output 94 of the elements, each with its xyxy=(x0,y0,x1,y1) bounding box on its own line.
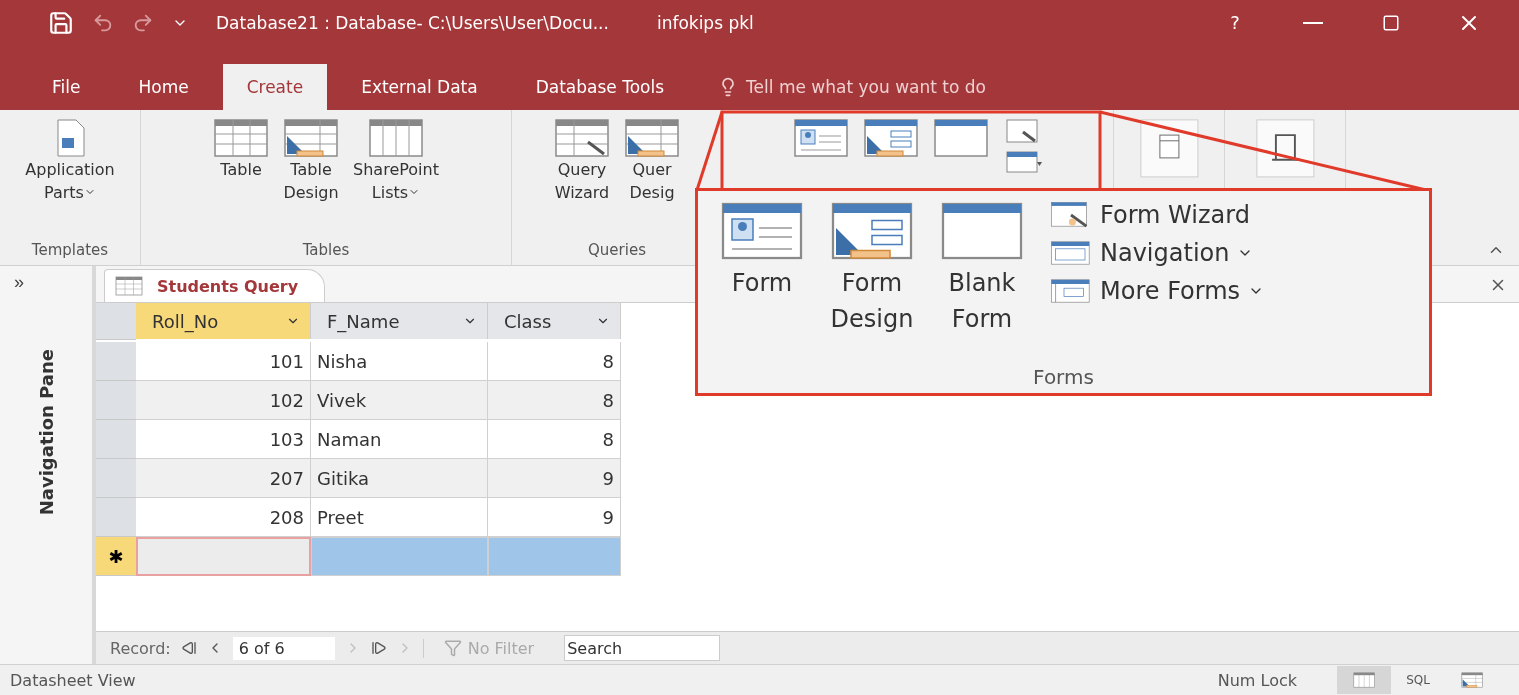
group-label: Tables xyxy=(302,241,350,259)
query-design-icon xyxy=(624,118,680,158)
ribbon-tab[interactable]: Database Tools xyxy=(511,64,689,110)
ribbon-button[interactable]: Query Wizard xyxy=(554,118,610,204)
form-option-button[interactable]: Form Wizard xyxy=(1050,201,1265,229)
minimize-icon xyxy=(1303,21,1323,24)
column-header[interactable]: Class xyxy=(488,303,621,339)
group-label: Templates xyxy=(31,241,109,259)
table-cell: 207 xyxy=(136,459,311,498)
table-cell: 8 xyxy=(488,420,621,459)
ribbon-button[interactable]: SharePoint Lists xyxy=(353,118,439,204)
filter-icon xyxy=(443,639,462,657)
table-cell: Nisha xyxy=(311,342,488,381)
column-title: F_Name xyxy=(327,310,400,332)
table-cell: 101 xyxy=(136,342,311,381)
view-status: Datasheet View xyxy=(10,670,136,690)
help-button[interactable]: ? xyxy=(1205,2,1265,43)
form-button[interactable]: Form xyxy=(720,201,804,365)
wand-table-icon xyxy=(554,118,610,158)
ribbon-tab[interactable]: Create xyxy=(222,64,328,110)
ribbon-tab[interactable]: Home xyxy=(114,64,213,110)
search-field[interactable]: Search xyxy=(564,635,721,661)
tell-me-text: Tell me what you want to do xyxy=(746,77,986,97)
table-icon xyxy=(213,118,270,158)
table-cell: Vivek xyxy=(311,381,488,420)
navigation-form-icon xyxy=(1050,239,1092,267)
table-cell: Gitika xyxy=(311,459,488,498)
column-title: Class xyxy=(504,310,552,332)
navigation-pane-label[interactable]: Navigation Pane xyxy=(35,349,57,516)
save-icon[interactable] xyxy=(48,9,74,36)
user-name: infokips pkl xyxy=(656,12,754,33)
column-header[interactable]: Roll_No xyxy=(136,303,311,339)
macro-icon xyxy=(1254,118,1316,179)
select-all-cell[interactable] xyxy=(96,303,136,340)
ribbon-button[interactable] xyxy=(933,118,989,158)
table-cell: 103 xyxy=(136,420,311,459)
group-label: Queries xyxy=(588,241,646,259)
ribbon-button[interactable] xyxy=(863,118,919,158)
form-icon xyxy=(720,201,804,261)
maximize-icon xyxy=(1382,13,1400,32)
record-label: Record: xyxy=(110,638,171,658)
form-design-icon xyxy=(830,201,914,261)
num-lock-status: Num Lock xyxy=(1217,670,1297,690)
view-button[interactable]: SQL xyxy=(1391,666,1445,694)
form-option-button[interactable]: More Forms xyxy=(1050,277,1265,305)
table-cell: 102 xyxy=(136,381,311,420)
form-option-button[interactable]: Navigation xyxy=(1050,239,1265,267)
window-title: Database21 : Database- C:\Users\User\Docu... xyxy=(216,12,609,33)
ribbon-button[interactable] xyxy=(1138,118,1200,179)
ribbon-button[interactable]: Table xyxy=(213,118,270,181)
first-record-button[interactable] xyxy=(180,640,197,656)
ribbon-button[interactable]: Quer Desig xyxy=(624,118,680,204)
table-cell: 9 xyxy=(488,459,621,498)
document-tab-title: Students Query xyxy=(157,276,299,296)
column-title: Roll_No xyxy=(152,310,219,332)
more-forms-icon xyxy=(1050,277,1092,305)
report-icon xyxy=(1138,118,1200,179)
document-tab[interactable]: Students Query xyxy=(104,269,326,302)
list-icon xyxy=(1352,672,1376,688)
first-icon xyxy=(180,640,197,656)
new-record-cell[interactable] xyxy=(488,537,621,576)
table-cell: 9 xyxy=(488,498,621,537)
table-cell: 8 xyxy=(488,342,621,381)
column-header[interactable]: F_Name xyxy=(311,303,488,339)
table-cell: 8 xyxy=(488,381,621,420)
last-icon xyxy=(370,640,387,656)
group-label: Forms xyxy=(1033,365,1094,391)
form-button[interactable]: Blank Form xyxy=(940,201,1024,365)
ribbon-button[interactable]: Application Parts xyxy=(25,118,115,204)
table-cell: Preet xyxy=(311,498,488,537)
table-design-icon xyxy=(283,118,340,158)
new-record-cell[interactable] xyxy=(136,537,311,576)
form-design-icon xyxy=(863,118,919,158)
ribbon-button[interactable] xyxy=(1254,118,1316,179)
blank-form-icon xyxy=(940,201,1024,261)
table-cell: Naman xyxy=(311,420,488,459)
list-icon xyxy=(368,118,424,158)
record-position-field[interactable]: 6 of 6 xyxy=(232,636,335,660)
table-icon xyxy=(115,276,143,296)
form-icon xyxy=(793,118,849,158)
blank-form-icon xyxy=(933,118,989,158)
ribbon-button[interactable] xyxy=(793,118,849,158)
new-record-cell[interactable] xyxy=(311,537,488,576)
table-cell: 208 xyxy=(136,498,311,537)
view-button[interactable] xyxy=(1337,666,1391,694)
ribbon-tab[interactable]: File xyxy=(28,64,105,110)
ribbon-button[interactable]: Table Design xyxy=(283,118,340,204)
new-row-marker: ✱ xyxy=(96,537,136,576)
last-record-button[interactable] xyxy=(370,640,387,656)
nav-pane-toggle[interactable]: » xyxy=(0,266,38,299)
form-button[interactable]: Form Design xyxy=(830,201,914,365)
query-design-icon xyxy=(1460,672,1484,688)
ribbon-tab[interactable]: External Data xyxy=(337,64,502,110)
tell-me-field[interactable]: Tell me what you want to do xyxy=(698,64,986,110)
